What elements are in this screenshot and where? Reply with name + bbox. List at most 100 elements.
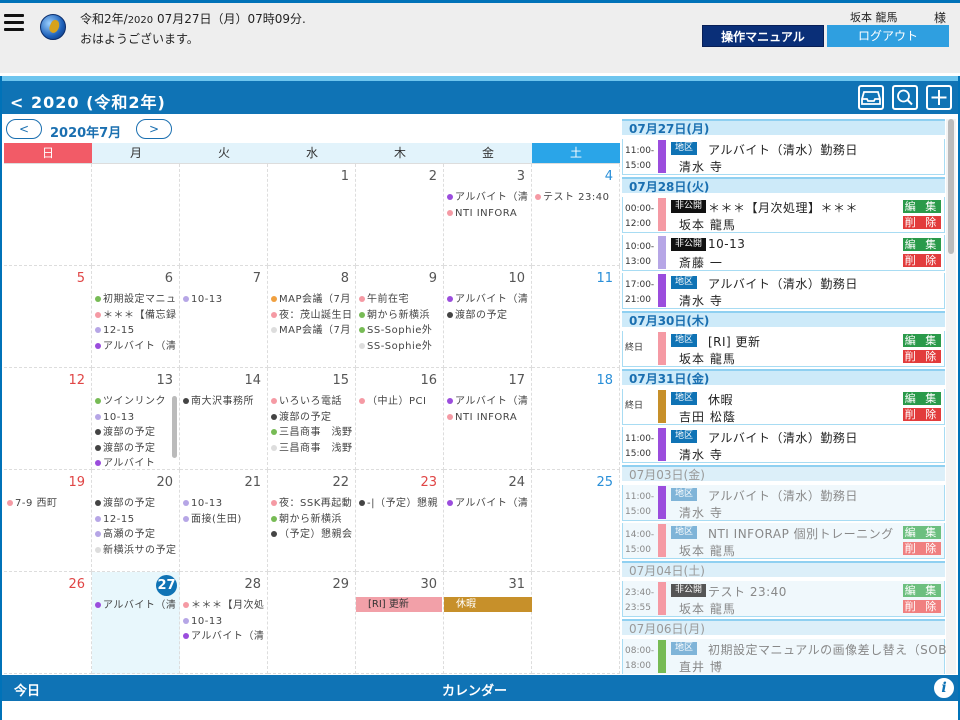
day-number[interactable]: 31 [508, 577, 525, 592]
info-icon[interactable]: i [932, 676, 956, 700]
next-month-button[interactable]: > [136, 119, 172, 139]
day-number[interactable]: 2 [429, 169, 437, 184]
day-cell[interactable]: 2 [356, 164, 444, 266]
hamburger-menu-icon[interactable] [4, 14, 24, 34]
day-number[interactable]: 29 [332, 577, 349, 592]
calendar-event[interactable]: 渡部の予定 [95, 496, 179, 511]
day-number[interactable]: 14 [244, 373, 261, 388]
calendar-event[interactable]: ツインリンク [95, 394, 179, 409]
delete-button[interactable]: 削 除 [903, 408, 941, 421]
day-number[interactable]: 26 [68, 577, 85, 592]
calendar-event[interactable]: アルバイト（清 [95, 598, 179, 613]
day-number[interactable]: 22 [332, 475, 349, 490]
day-number[interactable]: 27 [156, 575, 177, 596]
day-cell[interactable] [180, 164, 268, 266]
day-number[interactable]: 13 [156, 373, 173, 388]
day-cell[interactable]: 31アルバイト（清 [444, 572, 532, 674]
day-cell[interactable] [92, 164, 180, 266]
day-cell[interactable]: 10 アルバイト（清 渡部の予定 [444, 266, 532, 368]
day-cell[interactable]: 20 渡部の予定 12-15 高瀬の予定 新横浜サの予定 [92, 470, 180, 572]
day-group-header[interactable]: 07月04日(土) [622, 561, 945, 578]
schedule-entry[interactable]: 23:40- 23:55 非公開 テスト 23:40 坂本 龍馬 編 集削 除 [622, 581, 945, 617]
calendar-event[interactable]: 午前在宅 [359, 292, 443, 307]
day-cell[interactable]: 22 夜：SSK再起動 朝から新横浜 （予定）懇親会 [268, 470, 356, 572]
day-number[interactable]: 23 [420, 475, 437, 490]
day-cell[interactable]: 26 [4, 572, 92, 674]
schedule-entry[interactable]: 11:00- 15:00 地区 アルバイト（清水）勤務日 清水 寺 [622, 427, 945, 463]
day-number[interactable]: 19 [68, 475, 85, 490]
ri-update-bar[interactable]: [RI] 更新 [356, 597, 442, 612]
day-cell[interactable] [4, 164, 92, 266]
calendar-event[interactable]: 12-15 [95, 512, 179, 527]
edit-button[interactable]: 編 集 [903, 392, 941, 405]
schedule-entry[interactable]: 08:00- 18:00 地区 初期設定マニュアルの画像差し替え（SOB 直井 博 [622, 639, 946, 674]
calendar-event[interactable]: 高瀬の予定 [95, 527, 179, 542]
day-group-header[interactable]: 07月06日(月) [622, 619, 945, 636]
day-number[interactable]: 4 [605, 169, 613, 184]
inbox-button[interactable] [858, 85, 884, 110]
day-group-header[interactable]: 07月28日(火) [622, 177, 945, 194]
calendar-event[interactable]: 10-13 [183, 292, 267, 307]
schedule-entry[interactable]: 11:00- 15:00 地区 アルバイト（清水）勤務日 清水 寺 [622, 139, 945, 175]
calendar-event[interactable]: MAP会議（7月 [271, 323, 355, 338]
year-title[interactable]: < 2020 (令和2年) [10, 89, 166, 113]
day-cell[interactable]: 21 10-13 面接(生田) [180, 470, 268, 572]
calendar-event[interactable]: 朝から新横浜 [271, 512, 355, 527]
calendar-event[interactable]: 10-13 [95, 410, 179, 425]
day-number[interactable]: 7 [253, 271, 261, 286]
day-cell[interactable]: 27 アルバイト（清 [92, 572, 180, 674]
day-cell[interactable]: 28 ＊＊＊【月次処 10-13 アルバイト（清 [180, 572, 268, 674]
prev-month-button[interactable]: < [6, 119, 42, 139]
day-number[interactable]: 10 [508, 271, 525, 286]
edit-button[interactable]: 編 集 [903, 200, 941, 213]
calendar-event[interactable]: MAP会議（7月 [271, 292, 355, 307]
calendar-event[interactable]: 夜：茂山誕生日 [271, 308, 355, 323]
delete-button[interactable]: 削 除 [903, 254, 941, 267]
calendar-event[interactable]: 12-15 [95, 323, 179, 338]
day-cell[interactable]: 6 初期設定マニュ ＊＊＊【備忘録 12-15 アルバイト（清 [92, 266, 180, 368]
calendar-event[interactable]: 南大沢事務所 [183, 394, 267, 409]
day-number[interactable]: 24 [508, 475, 525, 490]
schedule-entry[interactable]: 00:00- 12:00 非公開 ＊＊＊【月次処理】＊＊＊ 坂本 龍馬 編 集削 除 [622, 197, 945, 233]
schedule-entry[interactable]: 10:00- 13:00 非公開 10-13 斎藤 一 編 集削 除 [622, 235, 945, 271]
calendar-event[interactable]: 渡部の予定 [95, 441, 179, 456]
schedule-entry[interactable]: 終日 地区 [RI] 更新 坂本 龍馬 編 集削 除 [622, 331, 945, 367]
calendar-event[interactable]: アルバイト [95, 456, 179, 469]
day-group-header[interactable]: 07月03日(金) [622, 465, 945, 482]
day-cell[interactable]: 29 [268, 572, 356, 674]
calendar-event[interactable]: （予定）懇親会 [271, 527, 355, 542]
day-cell[interactable]: 8 MAP会議（7月 夜：茂山誕生日 MAP会議（7月 [268, 266, 356, 368]
calendar-event[interactable]: 初期設定マニュ [95, 292, 179, 307]
calendar-event[interactable]: アルバイト（清 [447, 496, 531, 511]
day-number[interactable]: 11 [596, 271, 613, 286]
day-cell[interactable]: 9 午前在宅 朝から新横浜 SS-Sophie外 SS-Sophie外 [356, 266, 444, 368]
calendar-event[interactable]: ＊＊＊【備忘録 [95, 308, 179, 323]
day-cell[interactable]: 3 アルバイト（清 NTI INFORA [444, 164, 532, 266]
day-number[interactable]: 18 [596, 373, 613, 388]
calendar-event[interactable]: 7-9 西町 [7, 496, 91, 511]
calendar-event[interactable]: 朝から新横浜 [359, 308, 443, 323]
calendar-event[interactable]: いろいろ電話 [271, 394, 355, 409]
day-cell[interactable]: 1 [268, 164, 356, 266]
day-number[interactable]: 28 [244, 577, 261, 592]
day-number[interactable]: 30 [420, 577, 437, 592]
edit-button[interactable]: 編 集 [903, 238, 941, 251]
panel-scroll-thumb[interactable] [948, 119, 954, 254]
add-button[interactable] [926, 85, 952, 110]
calendar-event[interactable]: 10-13 [183, 496, 267, 511]
calendar-event[interactable]: 渡部の予定 [447, 308, 531, 323]
day-cell[interactable]: 14 南大沢事務所 [180, 368, 268, 470]
panel-scrollbar[interactable] [946, 119, 956, 674]
day-number[interactable]: 1 [341, 169, 349, 184]
calendar-event[interactable]: 夜：SSK再起動 [271, 496, 355, 511]
schedule-entry[interactable]: 終日 地区 休暇 吉田 松蔭 編 集削 除 [622, 389, 945, 425]
day-cell[interactable]: 13 ツインリンク 10-13 渡部の予定 渡部の予定 アルバイト [92, 368, 180, 470]
calendar-event[interactable]: 10-13 [183, 614, 267, 629]
day-cell[interactable]: 24 アルバイト（清 [444, 470, 532, 572]
delete-button[interactable]: 削 除 [903, 350, 941, 363]
day-cell[interactable]: 4 テスト 23:40 [532, 164, 620, 266]
calendar-event[interactable]: 三昌商事 浅野 [271, 425, 355, 440]
day-cell[interactable]: 17 アルバイト（清 NTI INFORA [444, 368, 532, 470]
calendar-event[interactable]: アルバイト（清 [447, 190, 531, 205]
day-group-header[interactable]: 07月31日(金) [622, 369, 945, 386]
